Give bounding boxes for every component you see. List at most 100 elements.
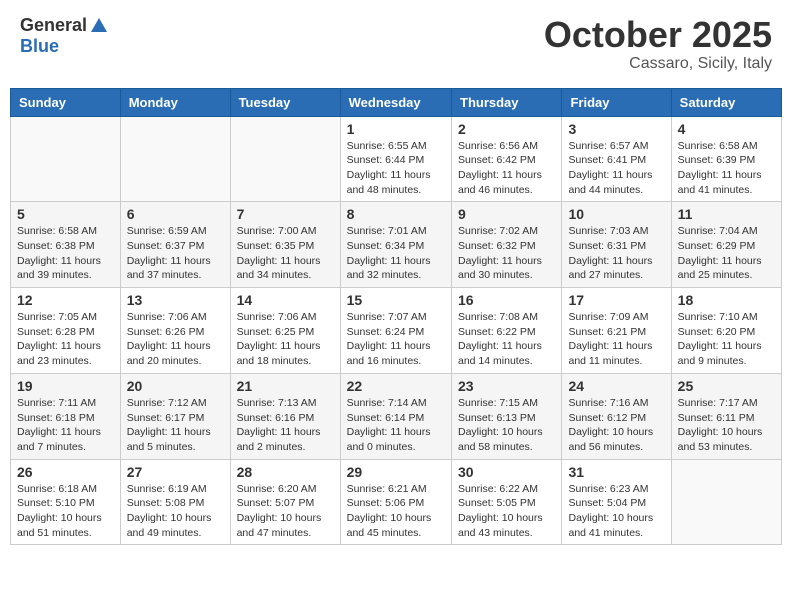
day-info: Sunrise: 6:19 AM Sunset: 5:08 PM Dayligh… — [127, 482, 224, 541]
day-info: Sunrise: 7:09 AM Sunset: 6:21 PM Dayligh… — [568, 310, 664, 369]
header-thursday: Thursday — [452, 88, 562, 116]
day-number: 19 — [17, 378, 114, 394]
table-row: 1 Sunrise: 6:55 AM Sunset: 6:44 PM Daylig… — [340, 116, 451, 202]
day-number: 21 — [237, 378, 334, 394]
table-row: 31 Sunrise: 6:23 AM Sunset: 5:04 PM Dayli… — [562, 459, 671, 545]
calendar-row: 12Sunrise: 7:05 AM Sunset: 6:28 PM Dayli… — [11, 288, 782, 374]
header-saturday: Saturday — [671, 88, 781, 116]
day-info: Sunrise: 6:58 AM Sunset: 6:38 PM Dayligh… — [17, 224, 114, 283]
calendar-header-row: Sunday Monday Tuesday Wednesday Thursday… — [11, 88, 782, 116]
day-info: Sunrise: 6:22 AM Sunset: 5:05 PM Dayligh… — [458, 482, 555, 541]
logo-icon — [89, 16, 109, 36]
table-row: 24 Sunrise: 7:16 AM Sunset: 6:12 PM Dayli… — [562, 373, 671, 459]
table-row: 10 Sunrise: 7:03 AM Sunset: 6:31 PM Dayli… — [562, 202, 671, 288]
day-number: 12 — [17, 292, 114, 308]
table-row: 6Sunrise: 6:59 AM Sunset: 6:37 PM Daylig… — [120, 202, 230, 288]
calendar-row: 26 Sunrise: 6:18 AM Sunset: 5:10 PM Dayli… — [11, 459, 782, 545]
day-number: 1 — [347, 121, 445, 137]
day-info: Sunrise: 7:10 AM Sunset: 6:20 PM Dayligh… — [678, 310, 775, 369]
day-number: 16 — [458, 292, 555, 308]
day-number: 24 — [568, 378, 664, 394]
logo: General Blue — [20, 15, 109, 57]
table-row: 15Sunrise: 7:07 AM Sunset: 6:24 PM Dayli… — [340, 288, 451, 374]
day-number: 14 — [237, 292, 334, 308]
day-number: 15 — [347, 292, 445, 308]
day-info: Sunrise: 7:13 AM Sunset: 6:16 PM Dayligh… — [237, 396, 334, 455]
day-number: 31 — [568, 464, 664, 480]
day-number: 8 — [347, 206, 445, 222]
day-info: Sunrise: 7:15 AM Sunset: 6:13 PM Dayligh… — [458, 396, 555, 455]
table-row: 19 Sunrise: 7:11 AM Sunset: 6:18 PM Dayli… — [11, 373, 121, 459]
day-info: Sunrise: 6:58 AM Sunset: 6:39 PM Dayligh… — [678, 139, 775, 198]
day-info: Sunrise: 6:21 AM Sunset: 5:06 PM Dayligh… — [347, 482, 445, 541]
day-info: Sunrise: 6:56 AM Sunset: 6:42 PM Dayligh… — [458, 139, 555, 198]
day-info: Sunrise: 7:01 AM Sunset: 6:34 PM Dayligh… — [347, 224, 445, 283]
table-row — [230, 116, 340, 202]
table-row — [671, 459, 781, 545]
day-number: 27 — [127, 464, 224, 480]
day-info: Sunrise: 6:23 AM Sunset: 5:04 PM Dayligh… — [568, 482, 664, 541]
day-info: Sunrise: 7:11 AM Sunset: 6:18 PM Dayligh… — [17, 396, 114, 455]
table-row: 30Sunrise: 6:22 AM Sunset: 5:05 PM Dayli… — [452, 459, 562, 545]
table-row: 25 Sunrise: 7:17 AM Sunset: 6:11 PM Dayli… — [671, 373, 781, 459]
day-number: 23 — [458, 378, 555, 394]
day-info: Sunrise: 7:02 AM Sunset: 6:32 PM Dayligh… — [458, 224, 555, 283]
table-row: 23 Sunrise: 7:15 AM Sunset: 6:13 PM Dayli… — [452, 373, 562, 459]
day-number: 20 — [127, 378, 224, 394]
day-info: Sunrise: 7:08 AM Sunset: 6:22 PM Dayligh… — [458, 310, 555, 369]
calendar-row: 1 Sunrise: 6:55 AM Sunset: 6:44 PM Daylig… — [11, 116, 782, 202]
calendar-row: 19 Sunrise: 7:11 AM Sunset: 6:18 PM Dayli… — [11, 373, 782, 459]
day-number: 28 — [237, 464, 334, 480]
day-number: 22 — [347, 378, 445, 394]
day-number: 11 — [678, 206, 775, 222]
day-info: Sunrise: 6:57 AM Sunset: 6:41 PM Dayligh… — [568, 139, 664, 198]
day-number: 5 — [17, 206, 114, 222]
day-info: Sunrise: 7:17 AM Sunset: 6:11 PM Dayligh… — [678, 396, 775, 455]
day-number: 2 — [458, 121, 555, 137]
table-row — [120, 116, 230, 202]
table-row: 14 Sunrise: 7:06 AM Sunset: 6:25 PM Dayli… — [230, 288, 340, 374]
header-sunday: Sunday — [11, 88, 121, 116]
table-row: 27 Sunrise: 6:19 AM Sunset: 5:08 PM Dayli… — [120, 459, 230, 545]
table-row: 22Sunrise: 7:14 AM Sunset: 6:14 PM Dayli… — [340, 373, 451, 459]
day-info: Sunrise: 6:18 AM Sunset: 5:10 PM Dayligh… — [17, 482, 114, 541]
day-info: Sunrise: 6:55 AM Sunset: 6:44 PM Dayligh… — [347, 139, 445, 198]
title-section: October 2025 Cassaro, Sicily, Italy — [544, 15, 772, 73]
day-number: 13 — [127, 292, 224, 308]
table-row: 5 Sunrise: 6:58 AM Sunset: 6:38 PM Daylig… — [11, 202, 121, 288]
table-row: 2 Sunrise: 6:56 AM Sunset: 6:42 PM Daylig… — [452, 116, 562, 202]
header-friday: Friday — [562, 88, 671, 116]
header-monday: Monday — [120, 88, 230, 116]
logo-general-text: General — [20, 15, 87, 36]
table-row: 16 Sunrise: 7:08 AM Sunset: 6:22 PM Dayli… — [452, 288, 562, 374]
table-row: 28Sunrise: 6:20 AM Sunset: 5:07 PM Dayli… — [230, 459, 340, 545]
day-info: Sunrise: 7:00 AM Sunset: 6:35 PM Dayligh… — [237, 224, 334, 283]
table-row: 9Sunrise: 7:02 AM Sunset: 6:32 PM Daylig… — [452, 202, 562, 288]
table-row: 21 Sunrise: 7:13 AM Sunset: 6:16 PM Dayli… — [230, 373, 340, 459]
table-row: 7 Sunrise: 7:00 AM Sunset: 6:35 PM Daylig… — [230, 202, 340, 288]
day-number: 10 — [568, 206, 664, 222]
day-info: Sunrise: 7:03 AM Sunset: 6:31 PM Dayligh… — [568, 224, 664, 283]
month-title: October 2025 — [544, 15, 772, 55]
day-info: Sunrise: 7:16 AM Sunset: 6:12 PM Dayligh… — [568, 396, 664, 455]
day-info: Sunrise: 7:12 AM Sunset: 6:17 PM Dayligh… — [127, 396, 224, 455]
calendar-table: Sunday Monday Tuesday Wednesday Thursday… — [10, 88, 782, 546]
day-info: Sunrise: 6:59 AM Sunset: 6:37 PM Dayligh… — [127, 224, 224, 283]
table-row: 20 Sunrise: 7:12 AM Sunset: 6:17 PM Dayli… — [120, 373, 230, 459]
table-row: 3Sunrise: 6:57 AM Sunset: 6:41 PM Daylig… — [562, 116, 671, 202]
table-row: 4 Sunrise: 6:58 AM Sunset: 6:39 PM Daylig… — [671, 116, 781, 202]
table-row: 8 Sunrise: 7:01 AM Sunset: 6:34 PM Daylig… — [340, 202, 451, 288]
day-number: 29 — [347, 464, 445, 480]
day-number: 4 — [678, 121, 775, 137]
day-number: 25 — [678, 378, 775, 394]
table-row: 11Sunrise: 7:04 AM Sunset: 6:29 PM Dayli… — [671, 202, 781, 288]
day-number: 26 — [17, 464, 114, 480]
day-number: 17 — [568, 292, 664, 308]
day-number: 7 — [237, 206, 334, 222]
table-row: 12Sunrise: 7:05 AM Sunset: 6:28 PM Dayli… — [11, 288, 121, 374]
table-row: 17 Sunrise: 7:09 AM Sunset: 6:21 PM Dayli… — [562, 288, 671, 374]
table-row: 13Sunrise: 7:06 AM Sunset: 6:26 PM Dayli… — [120, 288, 230, 374]
day-info: Sunrise: 7:06 AM Sunset: 6:25 PM Dayligh… — [237, 310, 334, 369]
table-row: 18Sunrise: 7:10 AM Sunset: 6:20 PM Dayli… — [671, 288, 781, 374]
header-tuesday: Tuesday — [230, 88, 340, 116]
